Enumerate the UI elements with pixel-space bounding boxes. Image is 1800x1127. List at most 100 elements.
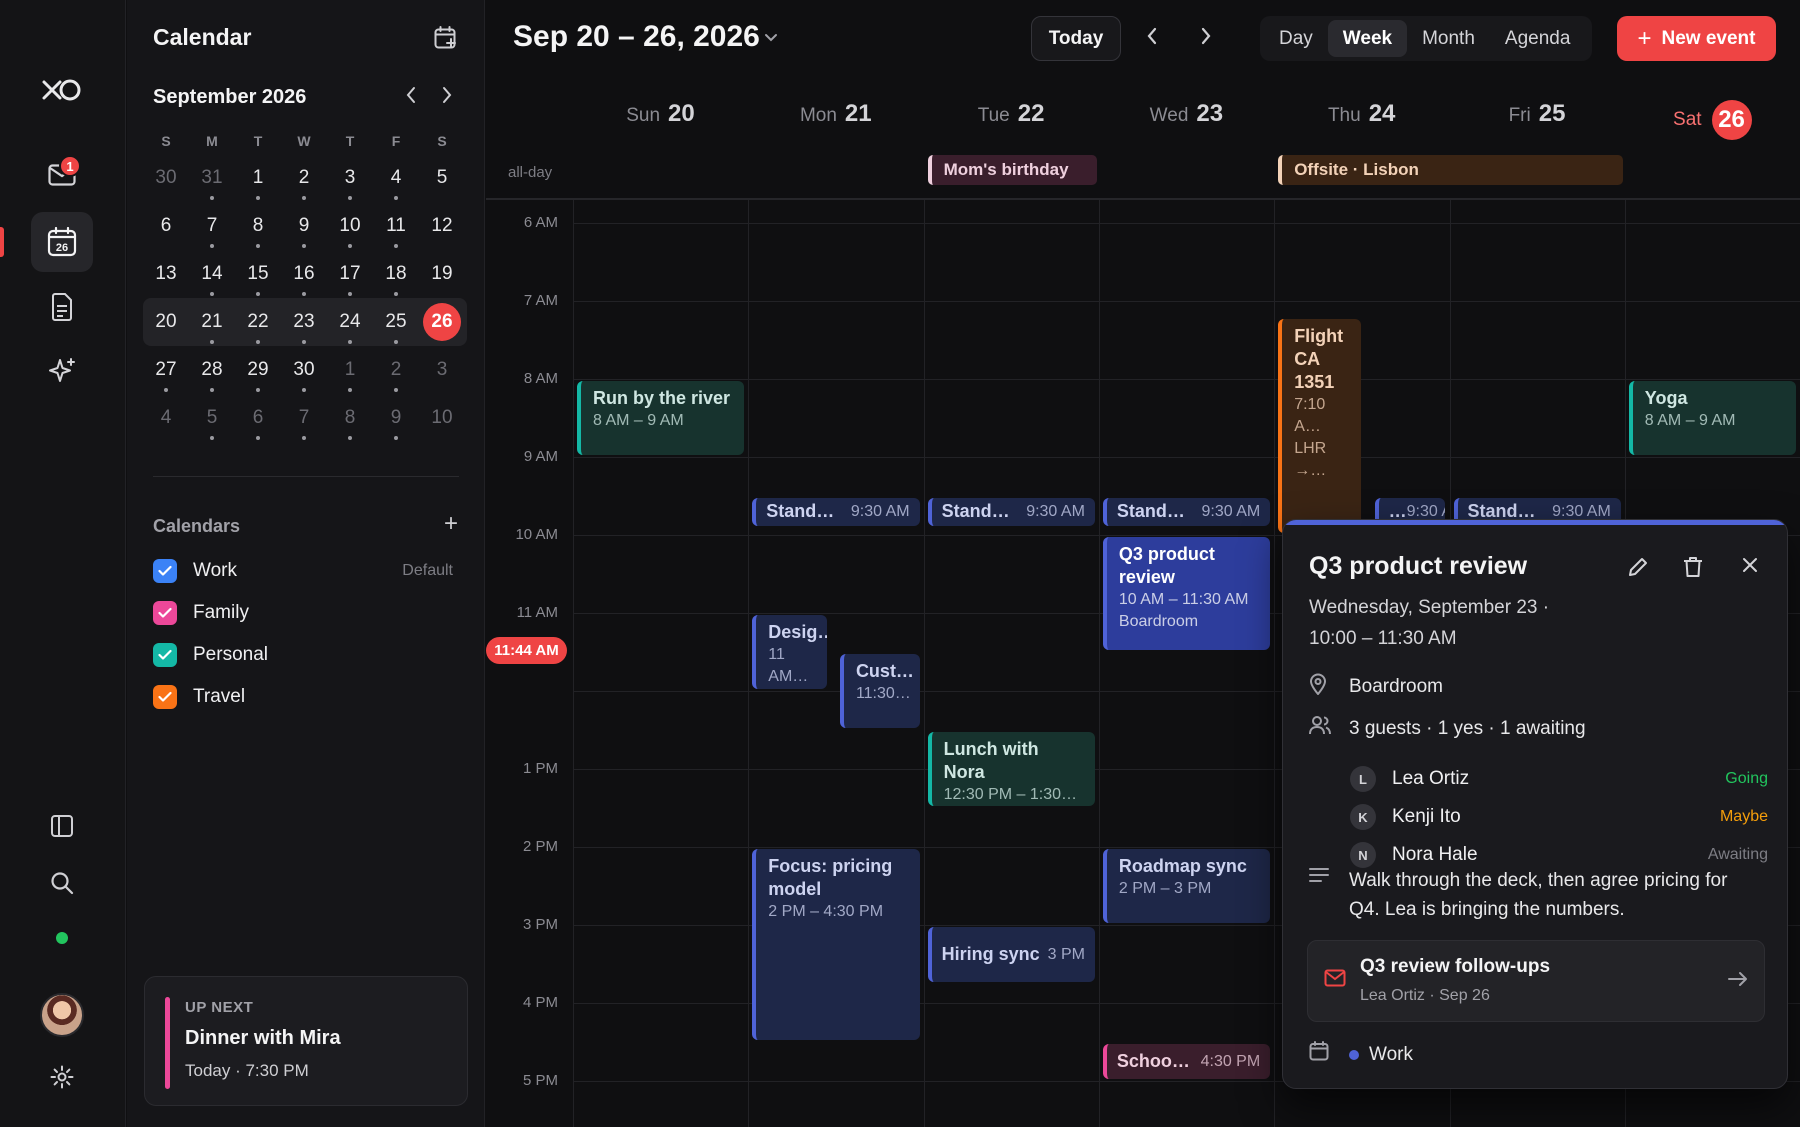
prev-week-button[interactable] bbox=[1146, 26, 1158, 51]
calendar-event[interactable]: Lunch with Nora 12:30 PM – 1:30… bbox=[927, 732, 1095, 807]
calendar-event[interactable]: Yoga 8 AM – 9 AM bbox=[1628, 381, 1797, 456]
view-tab-day[interactable]: Day bbox=[1264, 20, 1328, 57]
mini-day[interactable]: 30 bbox=[281, 350, 327, 392]
calendar-checkbox[interactable] bbox=[153, 643, 177, 667]
day-header-sat[interactable]: Sat 26 bbox=[1625, 100, 1800, 140]
next-week-button[interactable] bbox=[1200, 26, 1212, 51]
mini-day[interactable]: 15 bbox=[235, 254, 281, 296]
calendar-event[interactable]: Focus: pricing model 2 PM – 4:30 PM bbox=[752, 849, 920, 1041]
mini-day[interactable]: 9 bbox=[373, 398, 419, 440]
all-day-event[interactable]: Mom's birthday bbox=[927, 155, 1097, 185]
mini-day[interactable]: 4 bbox=[373, 158, 419, 200]
mini-day[interactable]: 19 bbox=[419, 254, 465, 294]
mini-day[interactable]: 23 bbox=[281, 302, 327, 344]
mini-day[interactable]: 24 bbox=[327, 302, 373, 344]
mini-day[interactable]: 7 bbox=[189, 206, 235, 248]
view-tab-week[interactable]: Week bbox=[1327, 20, 1408, 57]
today-button[interactable]: Today bbox=[1031, 16, 1121, 61]
mini-day[interactable]: 4 bbox=[143, 398, 189, 438]
mini-prev-button[interactable] bbox=[405, 86, 417, 110]
mini-day[interactable]: 3 bbox=[419, 350, 465, 390]
calendar-event[interactable]: Stand… 9:30 AM bbox=[752, 498, 920, 526]
calendar-event[interactable]: Stand… 9:30 AM bbox=[1102, 498, 1271, 526]
logo-icon[interactable] bbox=[31, 60, 93, 120]
calendar-event[interactable]: Run by the river 8 AM – 9 AM bbox=[577, 381, 745, 456]
mini-day[interactable]: 8 bbox=[327, 398, 373, 440]
mini-day[interactable]: 9 bbox=[281, 206, 327, 248]
calendar-event[interactable]: Q3 product review 10 AM – 11:30 AM Boardro… bbox=[1102, 537, 1271, 651]
calendar-event[interactable]: Flight CA 1351 7:10 A… LHR →… bbox=[1278, 319, 1362, 534]
day-header-sun[interactable]: Sun 20 bbox=[573, 100, 748, 128]
mini-day[interactable]: 25 bbox=[373, 302, 419, 344]
mini-day[interactable]: 2 bbox=[373, 350, 419, 392]
calendar-event[interactable]: Hiring sync 3 PM bbox=[927, 927, 1095, 982]
mini-day[interactable]: 13 bbox=[143, 254, 189, 294]
mini-next-button[interactable] bbox=[441, 86, 453, 110]
calendar-event[interactable]: Schoo… 4:30 PM bbox=[1102, 1044, 1271, 1080]
mini-day[interactable]: 3 bbox=[327, 158, 373, 200]
mini-day[interactable]: 5 bbox=[419, 158, 465, 198]
mini-day[interactable]: 17 bbox=[327, 254, 373, 296]
calendar-checkbox[interactable] bbox=[153, 601, 177, 625]
mini-day[interactable]: 11 bbox=[373, 206, 419, 248]
add-calendar-button[interactable]: + bbox=[444, 510, 458, 538]
view-tab-agenda[interactable]: Agenda bbox=[1490, 20, 1586, 57]
mini-day[interactable]: 6 bbox=[143, 206, 189, 246]
mini-day[interactable]: 16 bbox=[281, 254, 327, 296]
date-range-title[interactable]: Sep 20 – 26, 2026 bbox=[513, 20, 760, 54]
mini-day[interactable]: 29 bbox=[235, 350, 281, 392]
calendar-item-work[interactable]: Work Default bbox=[153, 556, 453, 586]
mail-nav-button[interactable]: 1 bbox=[31, 145, 93, 205]
mini-day[interactable]: 18 bbox=[373, 254, 419, 296]
toggle-sidebar-button[interactable] bbox=[31, 796, 93, 856]
notes-nav-button[interactable] bbox=[31, 277, 93, 337]
mini-day[interactable]: 1 bbox=[327, 350, 373, 392]
day-header-fri[interactable]: Fri 25 bbox=[1450, 100, 1625, 128]
mini-day[interactable]: 8 bbox=[235, 206, 281, 248]
calendar-checkbox[interactable] bbox=[153, 559, 177, 583]
close-popover-button[interactable] bbox=[1741, 556, 1759, 579]
avatar[interactable] bbox=[40, 993, 84, 1037]
calendar-checkbox[interactable] bbox=[153, 685, 177, 709]
calendar-item-travel[interactable]: Travel bbox=[153, 682, 453, 712]
day-header-tue[interactable]: Tue 22 bbox=[924, 100, 1099, 128]
day-header-thu[interactable]: Thu 24 bbox=[1274, 100, 1449, 128]
calendar-nav-button[interactable]: 26 bbox=[31, 212, 93, 272]
calendar-event[interactable]: Desig… 11 AM… bbox=[752, 615, 827, 690]
mini-day[interactable]: 10 bbox=[327, 206, 373, 248]
edit-event-button[interactable] bbox=[1627, 556, 1649, 583]
search-button[interactable] bbox=[31, 853, 93, 913]
day-header-mon[interactable]: Mon 21 bbox=[748, 100, 923, 128]
mini-day[interactable]: 14 bbox=[189, 254, 235, 296]
mini-day[interactable]: 26 bbox=[419, 302, 465, 342]
all-day-event[interactable]: Offsite · Lisbon bbox=[1278, 155, 1623, 185]
mini-day[interactable]: 20 bbox=[143, 302, 189, 342]
mini-day[interactable]: 31 bbox=[189, 158, 235, 200]
mini-day[interactable]: 22 bbox=[235, 302, 281, 344]
delete-event-button[interactable] bbox=[1683, 556, 1703, 583]
mini-day[interactable]: 27 bbox=[143, 350, 189, 392]
settings-button[interactable] bbox=[31, 1047, 93, 1107]
mini-day[interactable]: 7 bbox=[281, 398, 327, 440]
linked-email-card[interactable]: Q3 review follow-ups Lea Ortiz · Sep 26 bbox=[1307, 940, 1765, 1022]
calendar-event[interactable]: Roadmap sync 2 PM – 3 PM bbox=[1102, 849, 1271, 924]
view-tab-month[interactable]: Month bbox=[1407, 20, 1490, 57]
range-dropdown-button[interactable] bbox=[764, 30, 778, 48]
mini-day[interactable]: 12 bbox=[419, 206, 465, 246]
up-next-card[interactable]: UP NEXT Dinner with Mira Today · 7:30 PM bbox=[144, 976, 468, 1106]
calendar-event[interactable]: Cust… 11:30… bbox=[839, 654, 920, 729]
mini-day[interactable]: 21 bbox=[189, 302, 235, 344]
calendar-item-personal[interactable]: Personal bbox=[153, 640, 453, 670]
mini-day[interactable]: 30 bbox=[143, 158, 189, 198]
day-header-wed[interactable]: Wed 23 bbox=[1099, 100, 1274, 128]
mini-day[interactable]: 6 bbox=[235, 398, 281, 440]
mini-day[interactable]: 5 bbox=[189, 398, 235, 440]
calendar-item-family[interactable]: Family bbox=[153, 598, 453, 628]
mini-day[interactable]: 28 bbox=[189, 350, 235, 392]
calendar-add-button[interactable] bbox=[434, 26, 458, 55]
calendar-event[interactable]: Stand… 9:30 AM bbox=[927, 498, 1095, 526]
mini-day[interactable]: 1 bbox=[235, 158, 281, 200]
mini-day[interactable]: 2 bbox=[281, 158, 327, 200]
ai-nav-button[interactable] bbox=[31, 342, 93, 402]
new-event-button[interactable]: + New event bbox=[1617, 16, 1776, 61]
